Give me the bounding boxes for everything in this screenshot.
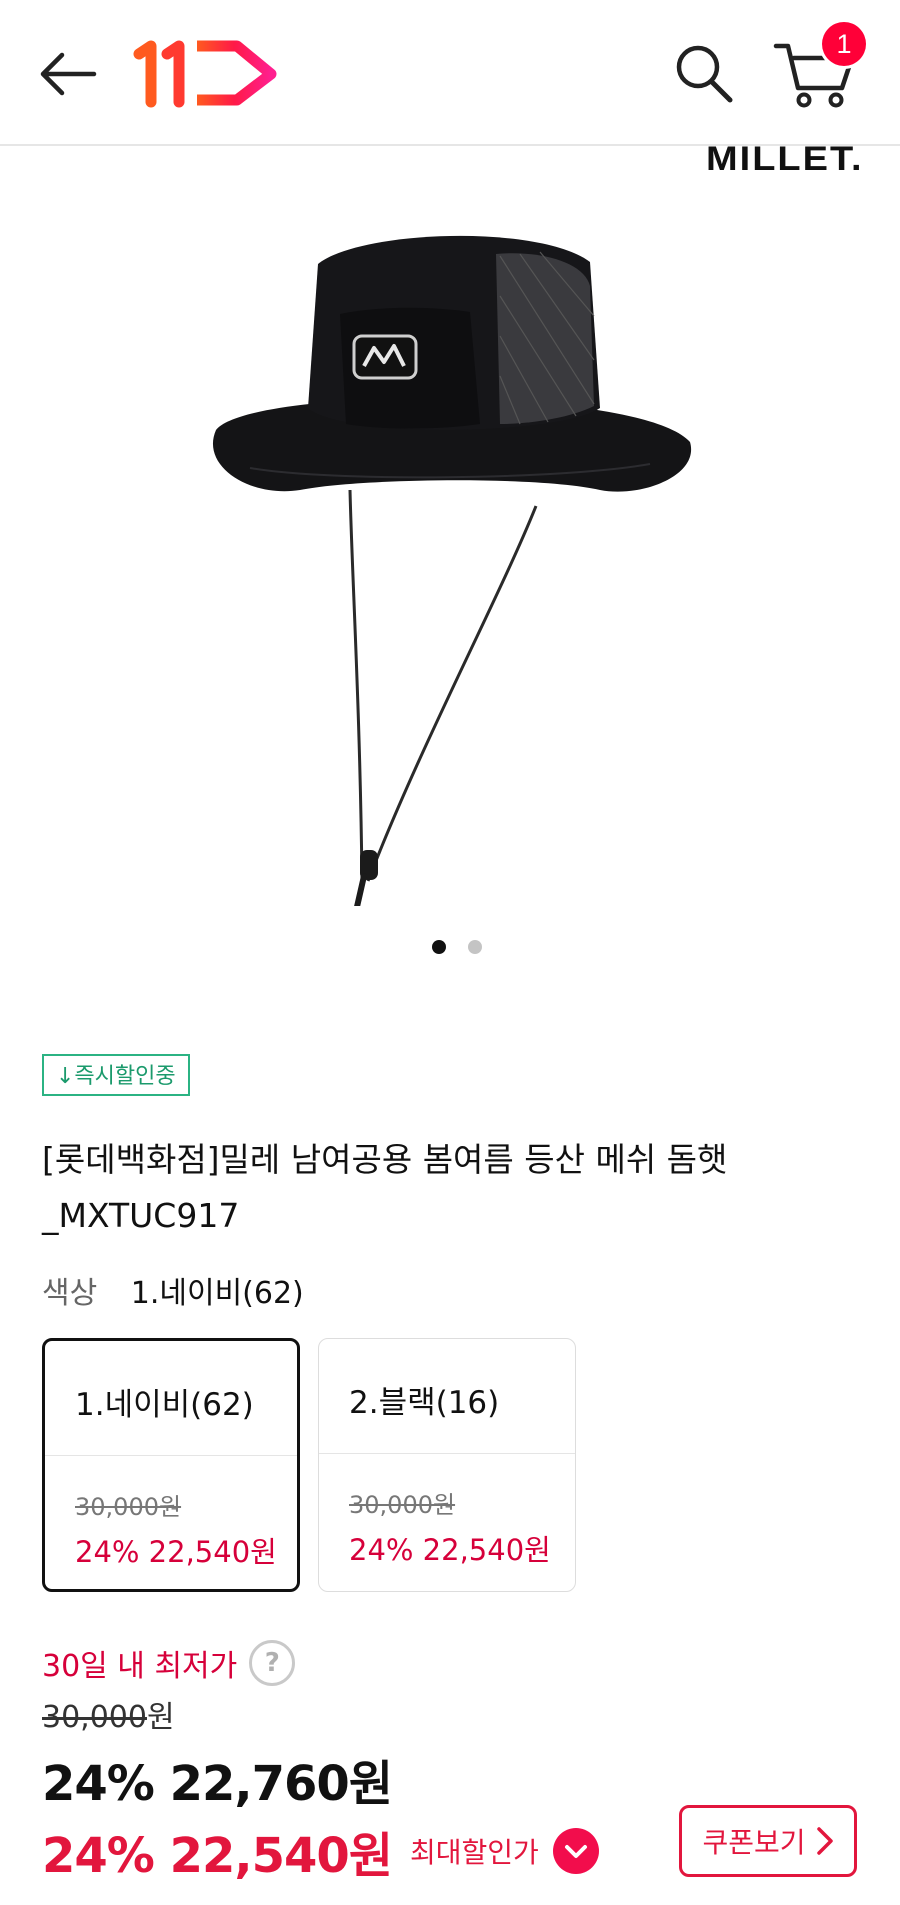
- color-selection-row: 색상 1.네이비(62): [42, 1268, 304, 1312]
- back-button[interactable]: [36, 46, 100, 102]
- option-original-price: 30,000원: [349, 1491, 456, 1519]
- best-price: 24% 22,540원: [42, 1828, 393, 1884]
- product-image[interactable]: [0, 146, 900, 923]
- pagination-dot-active[interactable]: [432, 940, 446, 954]
- option-name: 2.블랙(16): [349, 1385, 500, 1421]
- pagination-dot[interactable]: [468, 940, 482, 954]
- lowest-price-label: 30일 내 최저가: [42, 1649, 238, 1684]
- best-price-row: 24% 22,540원 최대할인가: [42, 1816, 599, 1886]
- color-label: 색상: [42, 1276, 98, 1311]
- view-coupon-button[interactable]: 쿠폰보기: [679, 1805, 857, 1877]
- search-button[interactable]: [672, 40, 736, 106]
- option-original-price: 30,000원: [75, 1493, 182, 1521]
- lowest-price-30days: 30일 내 최저가 ?: [42, 1640, 296, 1686]
- arrow-left-icon: [40, 52, 97, 96]
- option-name: 1.네이비(62): [75, 1387, 254, 1423]
- original-price: 30,000원: [42, 1692, 175, 1736]
- color-option-navy[interactable]: 1.네이비(62) 30,000원 24% 22,540원: [42, 1338, 300, 1592]
- option-divider: [45, 1455, 297, 1456]
- top-app-bar: 1: [0, 0, 900, 146]
- option-divider: [319, 1453, 575, 1454]
- color-option-black[interactable]: 2.블랙(16) 30,000원 24% 22,540원: [318, 1338, 576, 1592]
- discount-price: 24% 22,760원: [42, 1756, 393, 1812]
- original-price-number: 30,000: [42, 1700, 147, 1735]
- question-circle-icon[interactable]: ?: [249, 1640, 296, 1686]
- best-price-label: 최대할인가: [410, 1836, 539, 1869]
- eleven-street-logo[interactable]: [133, 38, 283, 108]
- option-sale-price: 24% 22,540원: [75, 1535, 277, 1569]
- option-sale-price: 24% 22,540원: [349, 1533, 551, 1567]
- chevron-down-circle-icon[interactable]: [552, 1828, 599, 1874]
- original-price-unit: 원: [146, 1700, 175, 1735]
- search-icon: [676, 45, 733, 103]
- instant-discount-badge: ↓즉시할인중: [42, 1054, 190, 1096]
- cart-count-badge: 1: [822, 22, 866, 66]
- chevron-right-icon: [816, 1827, 833, 1855]
- color-selected-value: 1.네이비(62): [130, 1276, 304, 1311]
- product-title: [롯데백화점]밀레 남여공용 봄여름 등산 메쉬 돔햇_MXTUC917: [42, 1140, 728, 1235]
- coupon-button-label: 쿠폰보기: [702, 1826, 806, 1859]
- brand-watermark: MILLET.: [706, 140, 864, 178]
